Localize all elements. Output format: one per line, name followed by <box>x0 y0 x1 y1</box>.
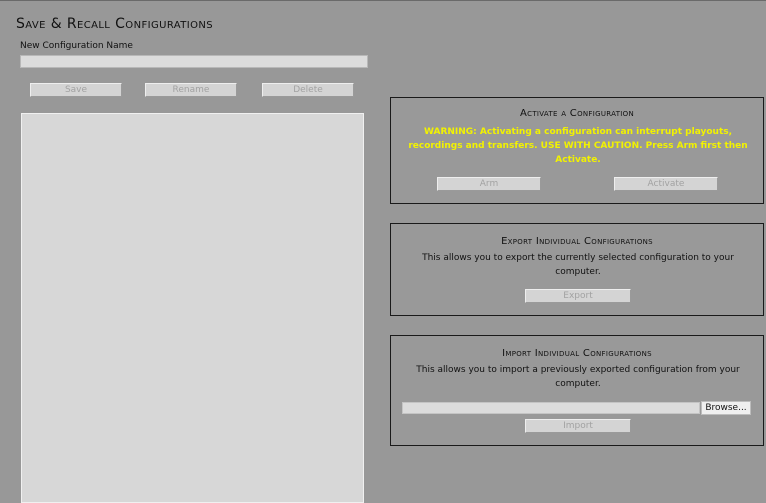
export-panel-title: Export Individual Configurations <box>501 236 653 247</box>
configuration-list[interactable] <box>21 113 364 503</box>
browse-button[interactable]: Browse... <box>701 401 751 415</box>
activate-button[interactable]: Activate <box>614 177 718 191</box>
arm-button[interactable]: Arm <box>437 177 541 191</box>
rename-button[interactable]: Rename <box>145 83 237 97</box>
activate-warning-text: WARNING: Activating a configuration can … <box>408 127 748 165</box>
export-button[interactable]: Export <box>525 289 631 303</box>
page-title: Save & Recall Configurations <box>16 16 213 32</box>
import-description: This allows you to import a previously e… <box>416 365 740 389</box>
import-file-input[interactable] <box>402 402 700 414</box>
import-panel-title: Import Individual Configurations <box>502 348 652 359</box>
save-button[interactable]: Save <box>30 83 122 97</box>
activate-panel-title: Activate a Configuration <box>520 108 634 119</box>
export-panel: Export Individual Configurations This al… <box>390 223 764 316</box>
import-button[interactable]: Import <box>525 419 631 433</box>
config-name-input[interactable] <box>20 55 368 68</box>
export-description: This allows you to export the currently … <box>422 253 734 277</box>
delete-button[interactable]: Delete <box>262 83 354 97</box>
activate-panel: Activate a Configuration WARNING: Activa… <box>390 97 764 204</box>
config-name-label: New Configuration Name <box>20 41 133 51</box>
window-top-border <box>0 0 766 1</box>
import-panel: Import Individual Configurations This al… <box>390 335 764 446</box>
